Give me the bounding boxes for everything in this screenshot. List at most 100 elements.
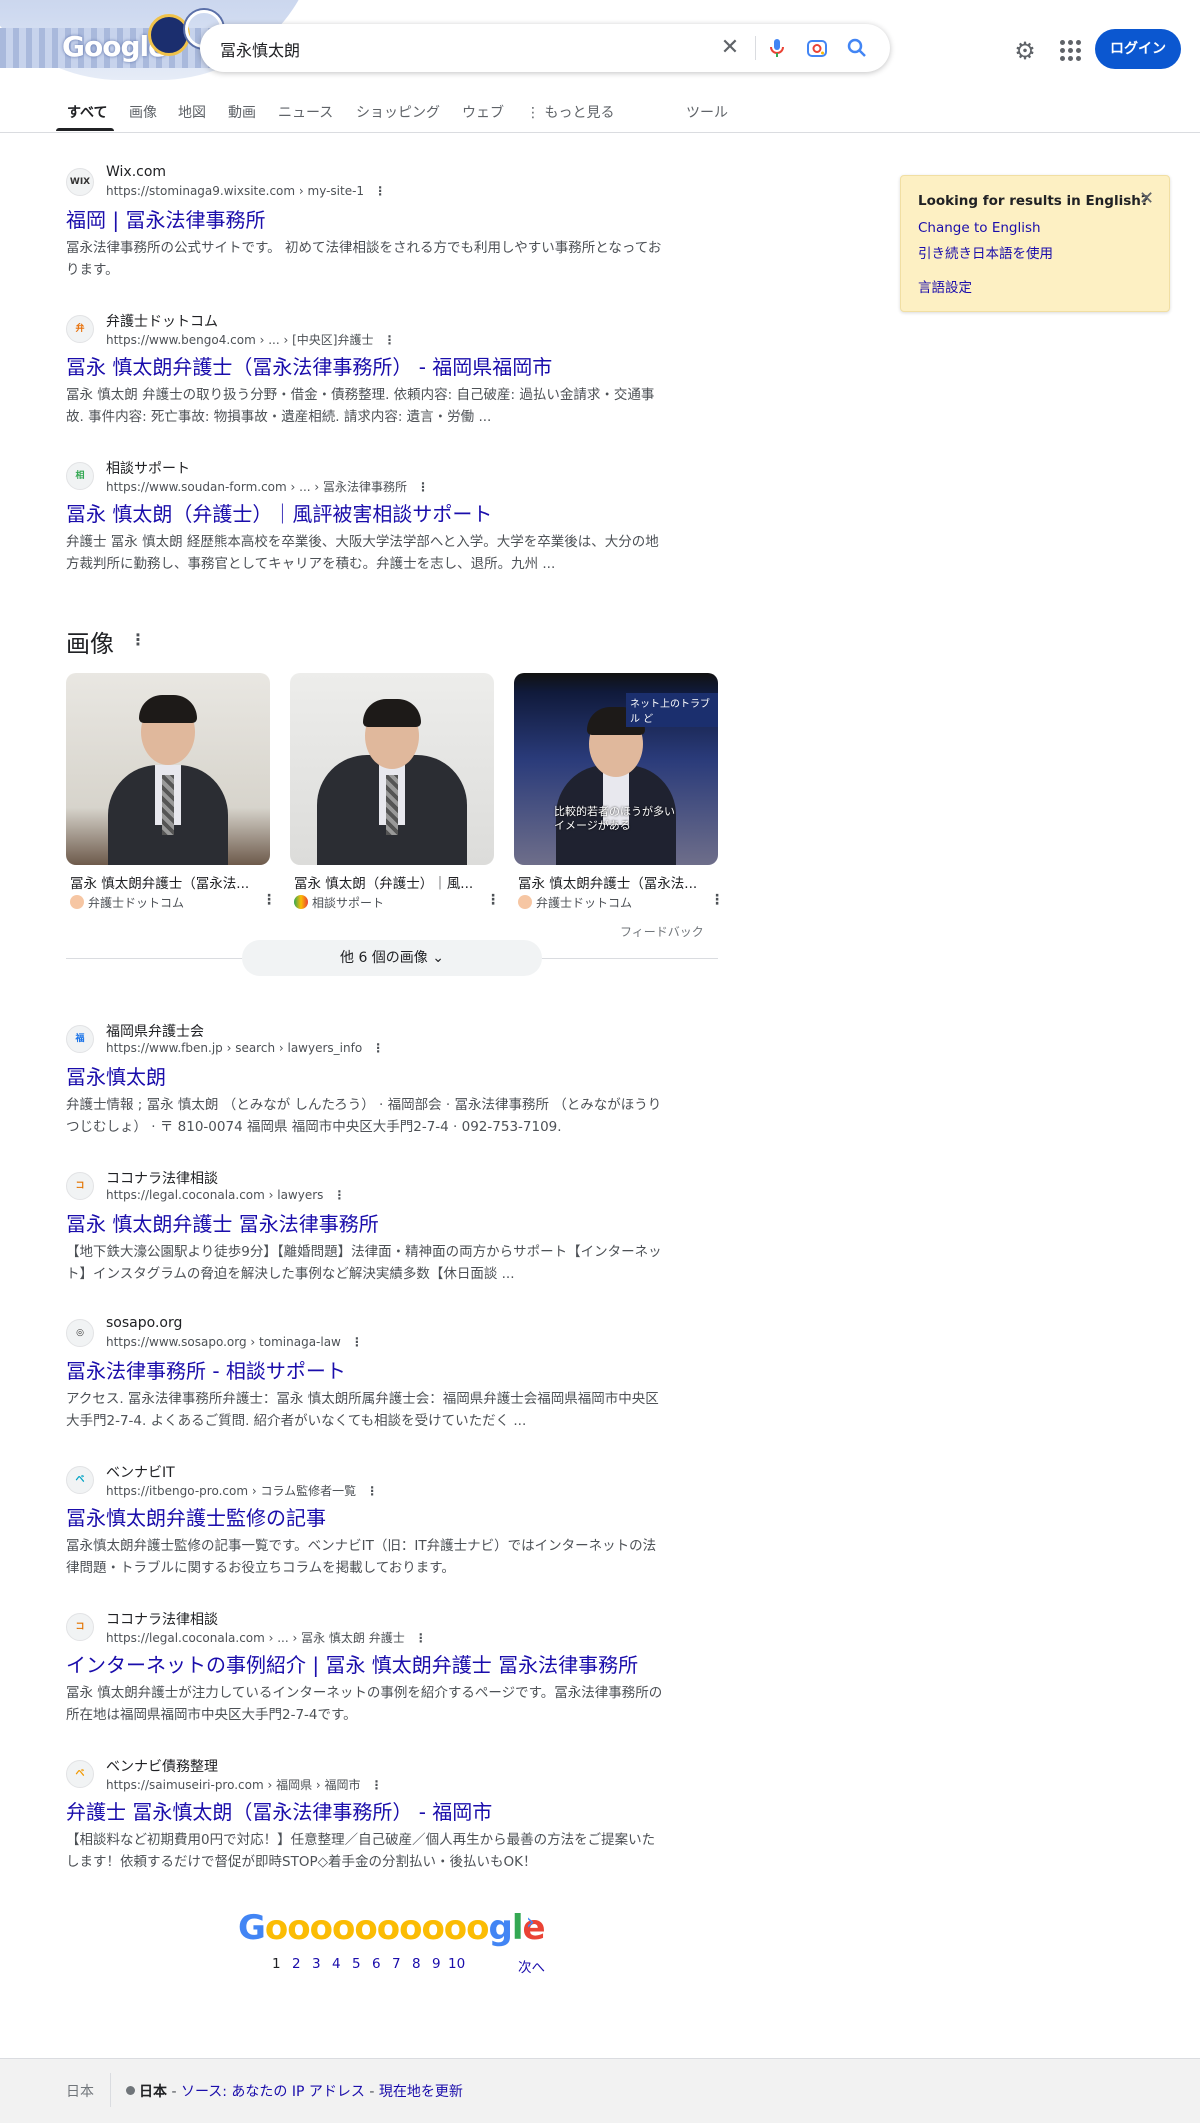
lens-icon[interactable] [805, 36, 829, 60]
tab-maps[interactable]: 地図 [178, 102, 206, 122]
tab-videos[interactable]: 動画 [228, 102, 256, 122]
result-title-link[interactable]: 冨永慎太朗 [66, 1061, 166, 1090]
more-options-icon[interactable]: ⋮ [417, 480, 429, 494]
close-icon[interactable]: ✕ [1139, 188, 1154, 209]
chevron-right-icon[interactable]: › [526, 1910, 535, 1935]
result-url[interactable]: https://legal.coconala.com › ... › 冨永 慎太… [106, 1629, 427, 1646]
result-url[interactable]: https://saimuseiri-pro.com › 福岡県 › 福岡市 ⋮ [106, 1776, 383, 1793]
change-to-english-link[interactable]: Change to English [918, 220, 1041, 236]
more-options-icon[interactable]: ⋮ [130, 630, 146, 649]
more-options-icon[interactable]: ⋮ [351, 1335, 363, 1349]
result-site-name[interactable]: 相談サポート [106, 458, 190, 478]
tab-all[interactable]: すべて [67, 102, 107, 122]
page-number[interactable]: 2 [292, 1956, 301, 1972]
search-box[interactable]: 冨永慎太朗 ✕ [200, 24, 890, 72]
result-url[interactable]: https://www.fben.jp › search › lawyers_i… [106, 1041, 384, 1055]
image-source[interactable]: 弁護士ドットコム [518, 894, 632, 911]
result-url[interactable]: https://stominaga9.wixsite.com › my-site… [106, 184, 386, 198]
image-thumbnail[interactable] [290, 673, 494, 865]
result-url[interactable]: https://www.bengo4.com › ... › [中央区]弁護士 ⋮ [106, 331, 395, 348]
image-caption[interactable]: 冨永 慎太朗弁護士（冨永法... [518, 872, 698, 892]
result-site-name[interactable]: ベンナビIT [106, 1462, 175, 1482]
more-options-icon[interactable]: ⋮ [371, 1778, 383, 1792]
result-title-link[interactable]: 福岡 | 冨永法律事務所 [66, 204, 265, 233]
image-source-label: 弁護士ドットコム [536, 896, 633, 910]
language-settings-link[interactable]: 言語設定 [918, 276, 972, 296]
more-options-icon[interactable]: ⋮ [415, 1631, 427, 1645]
more-options-icon[interactable]: ⋮ [710, 892, 724, 908]
page-number[interactable]: 3 [312, 1956, 321, 1972]
more-options-icon[interactable]: ⋮ [333, 1188, 345, 1202]
result-site-name[interactable]: Wix.com [106, 164, 166, 180]
result-url-text: https://legal.coconala.com › ... › 冨永 慎太… [106, 1631, 405, 1645]
feedback-link[interactable]: フィードバック [620, 923, 704, 940]
result-snippet: 弁護士情報 ; 冨永 慎太朗 （とみなが しんたろう） · 福岡部会 · 冨永法… [66, 1097, 662, 1135]
site-favicon-icon: ◎ [66, 1319, 94, 1347]
source-favicon-icon [70, 895, 84, 909]
update-location-link[interactable]: 現在地を更新 [379, 2084, 463, 2100]
more-options-icon[interactable]: ⋮ [383, 333, 395, 347]
tab-news[interactable]: ニュース [278, 102, 333, 122]
result-site-name[interactable]: 福岡県弁護士会 [106, 1021, 204, 1041]
image-source[interactable]: 相談サポート [294, 894, 384, 911]
result-url-text: https://www.bengo4.com › ... › [中央区]弁護士 [106, 333, 374, 347]
page-number[interactable]: 10 [448, 1956, 465, 1972]
more-images-button[interactable]: 他 6 個の画像 ⌄ [242, 940, 542, 976]
next-page-link[interactable]: 次へ [518, 1956, 545, 1976]
result-site-name[interactable]: 弁護士ドットコム [106, 311, 218, 331]
result-title-link[interactable]: 弁護士 冨永慎太朗（冨永法律事務所） - 福岡市 [66, 1796, 492, 1825]
page-number[interactable]: 6 [372, 1956, 381, 1972]
result-title-link[interactable]: インターネットの事例紹介 | 冨永 慎太朗弁護士 冨永法律事務所 [66, 1649, 638, 1678]
image-thumbnail[interactable]: ネット上のトラブル ど 比較的若者のほうが多い イメージがある [514, 673, 718, 865]
result-title-link[interactable]: 冨永法律事務所 - 相談サポート [66, 1355, 346, 1384]
result-url[interactable]: https://www.sosapo.org › tominaga-law ⋮ [106, 1335, 363, 1349]
result-site-name[interactable]: sosapo.org [106, 1315, 182, 1331]
image-thumbnail[interactable] [66, 673, 270, 865]
search-icon[interactable] [845, 36, 869, 60]
keep-japanese-link[interactable]: 引き続き日本語を使用 [918, 242, 1053, 262]
image-source[interactable]: 弁護士ドットコム [70, 894, 184, 911]
login-button[interactable]: ログイン [1095, 29, 1181, 69]
result-title-link[interactable]: 冨永慎太朗弁護士監修の記事 [66, 1502, 326, 1531]
site-favicon-icon: ベ [66, 1760, 94, 1788]
more-images-label: 他 6 個の画像 [340, 950, 428, 966]
result-title-link[interactable]: 冨永 慎太朗（弁護士）｜風評被害相談サポート [66, 498, 492, 527]
result-url[interactable]: https://itbengo-pro.com › コラム監修者一覧 ⋮ [106, 1482, 378, 1499]
tab-tools[interactable]: ツール [686, 102, 728, 122]
more-options-icon[interactable]: ⋮ [366, 1484, 378, 1498]
page-number[interactable]: 9 [432, 1956, 441, 1972]
mic-icon[interactable] [765, 36, 789, 60]
close-icon[interactable]: ✕ [718, 36, 742, 60]
footer-country: 日本 [66, 2084, 94, 2100]
result-url[interactable]: https://legal.coconala.com › lawyers ⋮ [106, 1188, 345, 1202]
page-number[interactable]: 4 [332, 1956, 341, 1972]
result-url[interactable]: https://www.soudan-form.com › ... › 冨永法律… [106, 478, 429, 495]
header: Google 冨永慎太朗 ✕ ⚙ ログイン すべて 画像 地図 動画 ニュース … [0, 0, 1200, 133]
more-options-icon[interactable]: ⋮ [262, 892, 276, 908]
more-options-icon[interactable]: ⋮ [372, 1041, 384, 1055]
result-title-link[interactable]: 冨永 慎太朗弁護士 冨永法律事務所 [66, 1208, 379, 1237]
chevron-down-icon: ⌄ [427, 950, 444, 966]
result-site-name[interactable]: ベンナビ債務整理 [106, 1756, 218, 1776]
result-site-name[interactable]: ココナラ法律相談 [106, 1168, 218, 1188]
result-url-text: https://www.fben.jp › search › lawyers_i… [106, 1041, 363, 1055]
location-source-link[interactable]: ソース: あなたの IP アドレス [181, 2084, 365, 2100]
site-favicon-icon: 弁 [66, 315, 94, 343]
gear-icon[interactable]: ⚙ [1010, 36, 1040, 66]
result-title-link[interactable]: 冨永 慎太朗弁護士（冨永法律事務所） - 福岡県福岡市 [66, 351, 552, 380]
result-site-name[interactable]: ココナラ法律相談 [106, 1609, 218, 1629]
more-options-icon[interactable]: ⋮ [374, 184, 386, 198]
search-input[interactable]: 冨永慎太朗 [220, 37, 300, 61]
result-url-text: https://www.soudan-form.com › ... › 冨永法律… [106, 480, 407, 494]
apps-grid-icon[interactable] [1058, 38, 1084, 64]
image-caption[interactable]: 冨永 慎太朗（弁護士）｜風... [294, 872, 474, 892]
page-number[interactable]: 7 [392, 1956, 401, 1972]
tab-shopping[interactable]: ショッピング [356, 102, 440, 122]
page-number[interactable]: 5 [352, 1956, 361, 1972]
more-options-icon[interactable]: ⋮ [486, 892, 500, 908]
tab-web[interactable]: ウェブ [462, 102, 504, 122]
tab-more[interactable]: ⋮ もっと見る [526, 102, 614, 122]
image-caption[interactable]: 冨永 慎太朗弁護士（冨永法... [70, 872, 250, 892]
page-number[interactable]: 8 [412, 1956, 421, 1972]
tab-images[interactable]: 画像 [129, 102, 157, 122]
